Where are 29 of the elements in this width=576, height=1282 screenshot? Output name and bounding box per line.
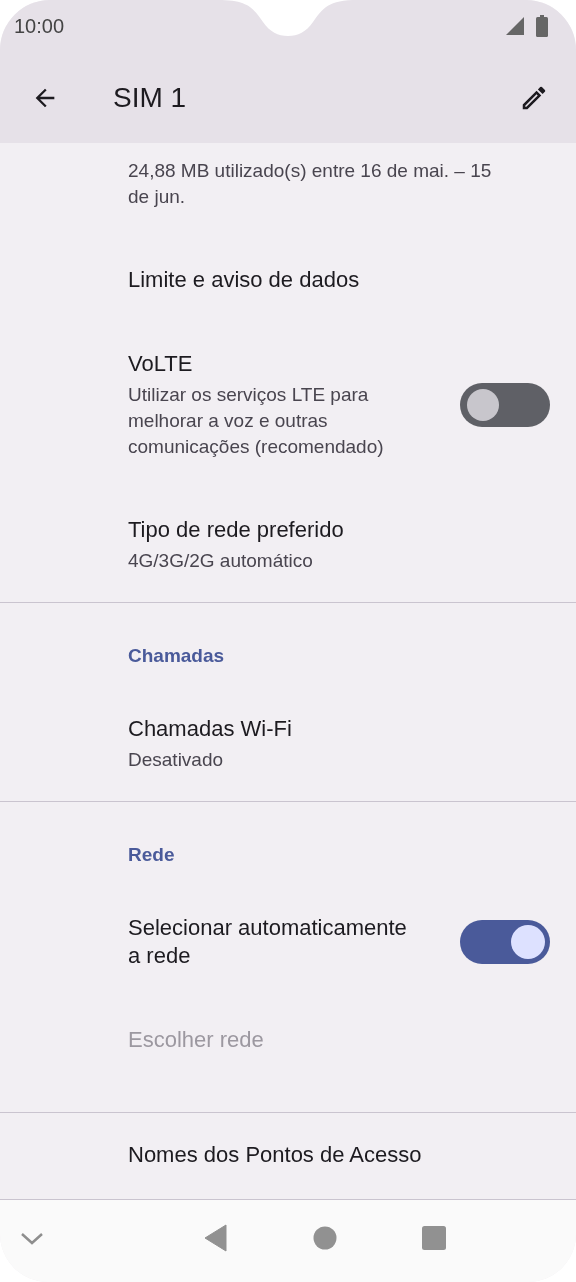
settings-item[interactable]: Selecionar automaticamente a rede	[0, 886, 576, 998]
item-summary: 4G/3G/2G automático	[128, 549, 314, 573]
settings-item[interactable]: Chamadas Wi-Fi Desativado	[0, 687, 576, 801]
settings-item[interactable]: Nomes dos Pontos de Acesso	[0, 1113, 576, 1197]
item-title: Limite e aviso de dados	[128, 266, 361, 294]
item-summary: Utilizar os serviços LTE para melhorar a voz e outras comunicações (recomendado)	[128, 383, 385, 459]
category-header: Chamadas	[127, 644, 226, 668]
item-title: VoLTE	[128, 350, 194, 378]
item-title: Chamadas Wi-Fi	[128, 715, 293, 743]
item-summary: Desativado	[128, 748, 225, 772]
back-nav-button[interactable]	[204, 1224, 228, 1252]
home-button[interactable]	[313, 1226, 337, 1250]
category-header: Rede	[127, 843, 176, 867]
battery-icon	[536, 15, 548, 37]
item-title: Escolher rede	[128, 1026, 265, 1054]
status-time: 10:00	[14, 14, 65, 38]
item-summary: 24,88 MB utilizado(s) entre 16 de mai. – 15 de jun.	[128, 159, 493, 209]
chevron-down-icon[interactable]	[20, 1230, 44, 1246]
item-title: Selecionar automaticamente a rede	[128, 914, 408, 970]
settings-item[interactable]: Limite e aviso de dados	[0, 238, 576, 322]
settings-item[interactable]: VoLTE Utilizar os serviços LTE para melhorar a voz e outras comunicações (recomendado)	[0, 322, 576, 488]
signal-icon	[504, 15, 526, 37]
item-title: Tipo de rede preferido	[128, 516, 345, 544]
settings-item[interactable]: Tipo de rede preferido 4G/3G/2G automático	[0, 488, 576, 602]
toggle-switch[interactable]	[460, 383, 550, 427]
settings-item[interactable]: 24,88 MB utilizado(s) entre 16 de mai. – 15 de jun.	[0, 143, 576, 238]
toggle-switch[interactable]	[460, 920, 550, 964]
screen-title: SIM 1	[113, 81, 187, 114]
item-title: Nomes dos Pontos de Acesso	[128, 1141, 423, 1169]
